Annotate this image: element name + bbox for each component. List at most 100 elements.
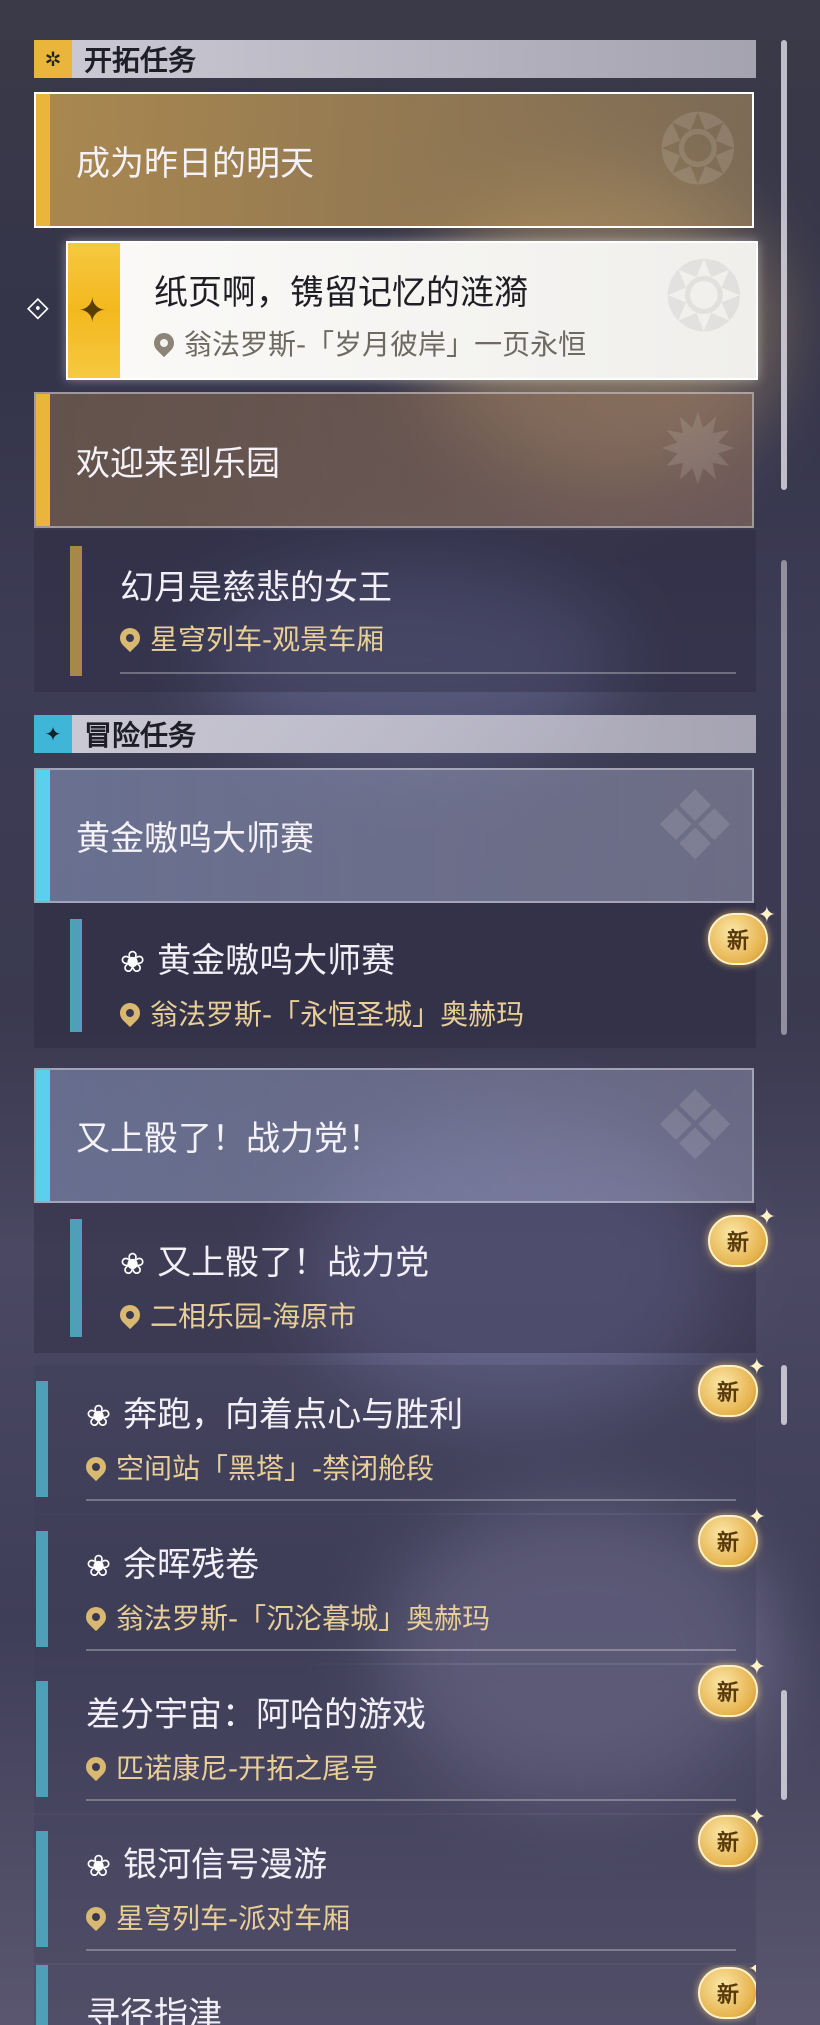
adventure-quest-icon: ❀ [86,1849,112,1884]
location-text: 匹诺康尼-开拓之尾号 [116,1752,379,1785]
quest-name: 奔跑，向着点心与胜利 [123,1395,464,1435]
quest-name-row: ❀ 又上骰了！战力党 [120,1235,429,1284]
scrollbar[interactable] [781,40,787,490]
new-badge: 新✦ [698,1505,766,1567]
location-pin-icon [115,1300,145,1330]
quest-accent-bar [70,1219,82,1337]
quest-accent-bar [36,1681,48,1797]
location-text: 空间站「黑塔」-禁闭舱段 [116,1452,435,1485]
sparkle-icon: ✦ [747,1355,766,1380]
location-pin-icon [149,328,179,358]
adventure-quest-icon: ❀ [86,1549,112,1584]
emblem-icon: ✹ [657,394,738,506]
sparkle-icon: ✦ [747,1505,766,1530]
selection-pointer-icon: ⟐ [26,292,50,327]
section-title: 开拓任务 [84,44,197,77]
quest-name: 余晖残卷 [123,1545,260,1585]
quest-name: 纸页啊，镌留记忆的涟漪 [154,273,528,313]
trailblaze-icon: ✲ [34,40,72,78]
quest-accent-bar [36,1965,48,2025]
quest-name: 又上骰了！战力党 [157,1243,430,1283]
sparkle-icon: ✦ [757,1205,776,1230]
quest-group-card[interactable]: 又上骰了！战力党！ ❖ [34,1068,754,1203]
trailblaze-quest-icon: ✦ [68,243,120,378]
quest-accent-bar [70,919,82,1032]
quest-group-card[interactable]: 黄金嗷呜大师赛 ❖ [34,768,754,903]
location-pin-icon [81,1452,111,1482]
divider [86,1499,736,1501]
quest-item[interactable]: ❀ 奔跑，向着点心与胜利 空间站「黑塔」-禁闭舱段 新 ✦ [34,1355,766,1513]
emblem-icon: ❂ [663,241,744,353]
scrollbar-thumb[interactable] [781,1365,787,1425]
location-text: 翁法罗斯-「沉沦暮城」奥赫玛 [116,1602,491,1635]
quest-name: 差分宇宙：阿哈的游戏 [86,1695,426,1735]
quest-name: 银河信号漫游 [123,1845,328,1885]
group-accent-bar [36,394,50,526]
quest-accent-bar [36,1531,48,1647]
location-text: 翁法罗斯-「永恒圣城」奥赫玛 [150,998,525,1031]
new-badge: 新✦ [698,1805,766,1867]
location-pin-icon [81,1752,111,1782]
section-header-adventure: ✦ 冒险任务 [34,715,756,753]
location-text: 二相乐园-海原市 [150,1300,357,1333]
divider [86,1799,736,1801]
quest-location: 二相乐园-海原市 [115,1295,357,1335]
quest-location: 翁法罗斯-「岁月彼岸」一页永恒 [149,323,587,363]
new-badge: 新✦ [698,1655,766,1717]
quest-name: 幻月是慈悲的女王 [120,568,392,608]
emblem-icon: ❖ [651,1070,738,1182]
quest-name-row: ❀ 余晖残卷 [86,1537,259,1586]
group-accent-bar [36,1070,50,1201]
sparkle-icon: ✦ [748,1965,756,1982]
quest-location: 空间站「黑塔」-禁闭舱段 [81,1447,435,1487]
sparkle-icon: ✦ [747,1655,766,1680]
quest-group-card[interactable]: 欢迎来到乐园 ✹ [34,392,754,528]
divider [86,1949,736,1951]
quest-item[interactable]: ❀ 余晖残卷 翁法罗斯-「沉沦暮城」奥赫玛 新 ✦ [34,1505,766,1663]
location-text: 翁法罗斯-「岁月彼岸」一页永恒 [184,328,587,361]
emblem-icon: ❖ [651,770,738,882]
quest-location: 翁法罗斯-「永恒圣城」奥赫玛 [115,993,525,1033]
quest-location: 翁法罗斯-「沉沦暮城」奥赫玛 [81,1597,491,1637]
location-text: 星穹列车-观景车厢 [150,623,385,656]
adventure-quest-icon: ❀ [120,945,146,980]
quest-group-card[interactable]: 成为昨日的明天 ❂ [34,92,754,228]
location-pin-icon [115,998,145,1028]
quest-accent-bar [70,546,82,676]
quest-location: 星穹列车-派对车厢 [81,1897,351,1937]
new-badge: 新✦ [698,1355,766,1417]
adventure-quest-icon: ❀ [86,1399,112,1434]
location-text: 星穹列车-派对车厢 [116,1902,351,1935]
quest-accent-bar [36,1381,48,1497]
emblem-icon: ❂ [657,94,738,206]
adventure-quest-icon: ❀ [120,1247,146,1282]
new-badge: 新✦ [708,1205,776,1267]
quest-accent-bar [36,1831,48,1947]
sparkle-icon: ✦ [747,1805,766,1830]
scrollbar-track [781,560,787,1035]
sparkle-icon: ✦ [757,903,776,928]
new-badge: 新✦ [698,1965,756,2019]
group-label: 黄金嗷呜大师赛 [76,819,314,859]
quest-item[interactable]: 幻月是慈悲的女王 星穹列车-观景车厢 [34,530,756,692]
group-label: 又上骰了！战力党！ [76,1119,382,1159]
quest-item[interactable]: ❀ 银河信号漫游 星穹列车-派对车厢 新 ✦ [34,1805,766,1963]
group-label: 成为昨日的明天 [76,143,314,184]
quest-name-row: ❀ 黄金嗷呜大师赛 [120,933,395,982]
quest-item[interactable]: 差分宇宙：阿哈的游戏 匹诺康尼-开拓之尾号 新 ✦ [34,1655,766,1813]
quest-item[interactable]: 寻径指津 新✦ [34,1965,756,2025]
section-title: 冒险任务 [84,719,197,752]
quest-name: 寻径指津 [86,1995,222,2025]
group-label: 欢迎来到乐园 [76,443,280,484]
scrollbar-thumb[interactable] [781,1690,787,1800]
quest-item[interactable]: ❀ 又上骰了！战力党 二相乐园-海原市 新 ✦ [34,1203,776,1353]
location-pin-icon [81,1602,111,1632]
divider [120,672,736,674]
new-badge: 新✦ [708,903,776,965]
adventure-icon: ✦ [34,715,72,753]
quest-name-row: ❀ 奔跑，向着点心与胜利 [86,1387,463,1436]
group-accent-bar [36,94,50,226]
quest-item-selected[interactable]: ✦ 纸页啊，镌留记忆的涟漪 翁法罗斯-「岁月彼岸」一页永恒 ❂ [66,241,758,380]
quest-item[interactable]: ❀ 黄金嗷呜大师赛 翁法罗斯-「永恒圣城」奥赫玛 新 ✦ [34,903,776,1048]
quest-name-row: ❀ 银河信号漫游 [86,1837,327,1886]
